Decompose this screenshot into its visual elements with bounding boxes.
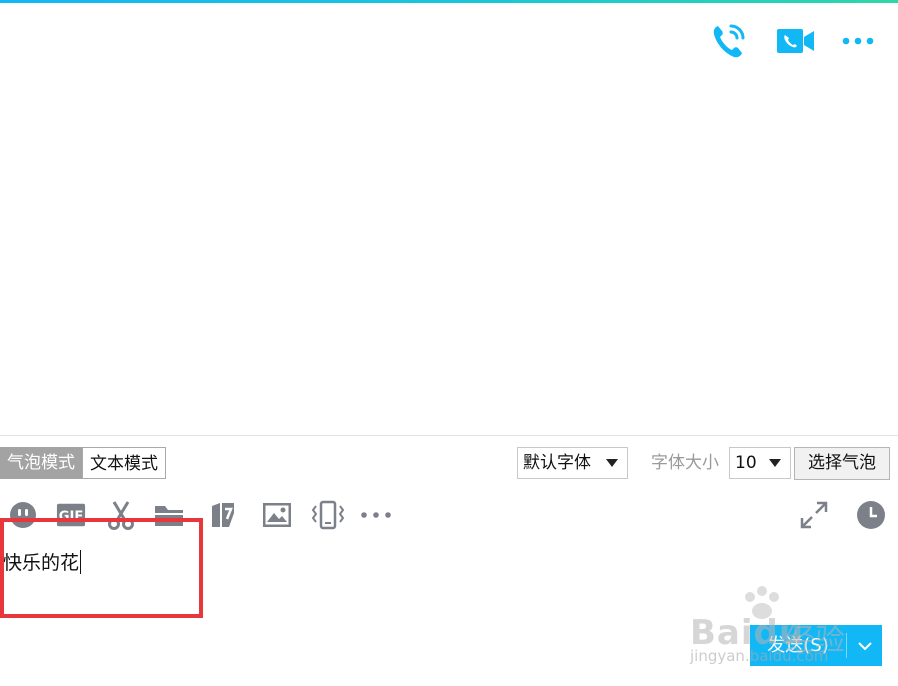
text-mode-button[interactable]: 文本模式	[82, 447, 166, 479]
shake-window-icon[interactable]	[310, 500, 346, 530]
send-button-label: 发送(S)	[767, 635, 829, 656]
choose-bubble-button[interactable]: 选择气泡	[794, 447, 890, 480]
text-cursor	[80, 550, 82, 574]
image-icon[interactable]	[262, 500, 292, 530]
send-options-chevron-icon[interactable]	[847, 625, 882, 666]
message-mode-switch: 气泡模式 文本模式	[0, 447, 166, 479]
font-size-select[interactable]: 10	[729, 447, 791, 479]
chevron-down-icon	[769, 459, 781, 467]
send-button[interactable]: 发送(S)	[750, 625, 882, 666]
font-family-value: 默认字体	[523, 453, 591, 473]
font-size-value: 10	[735, 453, 757, 473]
message-input-text[interactable]: 快乐的花	[3, 548, 82, 575]
emoji-icon[interactable]	[8, 500, 38, 530]
svg-text:GIF: GIF	[59, 510, 84, 525]
bubble-mode-button[interactable]: 气泡模式	[0, 447, 82, 479]
font-size-label: 字体大小	[651, 453, 719, 473]
gif-icon[interactable]: GIF	[56, 500, 86, 530]
input-text-content: 快乐的花	[3, 552, 80, 574]
clipboard-icon[interactable]	[208, 500, 238, 530]
font-family-select[interactable]: 默认字体	[517, 447, 628, 479]
message-input-area[interactable]	[0, 540, 898, 620]
voice-call-icon[interactable]	[711, 22, 747, 64]
folder-icon[interactable]	[154, 500, 184, 530]
screenshot-scissors-icon[interactable]	[106, 500, 136, 530]
expand-icon[interactable]	[799, 500, 829, 530]
history-clock-icon[interactable]	[856, 500, 886, 530]
more-icon[interactable]	[841, 33, 875, 52]
more-tools-icon[interactable]	[360, 500, 392, 530]
video-call-icon[interactable]	[777, 27, 815, 59]
chevron-down-icon	[606, 459, 618, 467]
input-divider	[0, 435, 898, 436]
message-history-area[interactable]	[0, 3, 898, 435]
